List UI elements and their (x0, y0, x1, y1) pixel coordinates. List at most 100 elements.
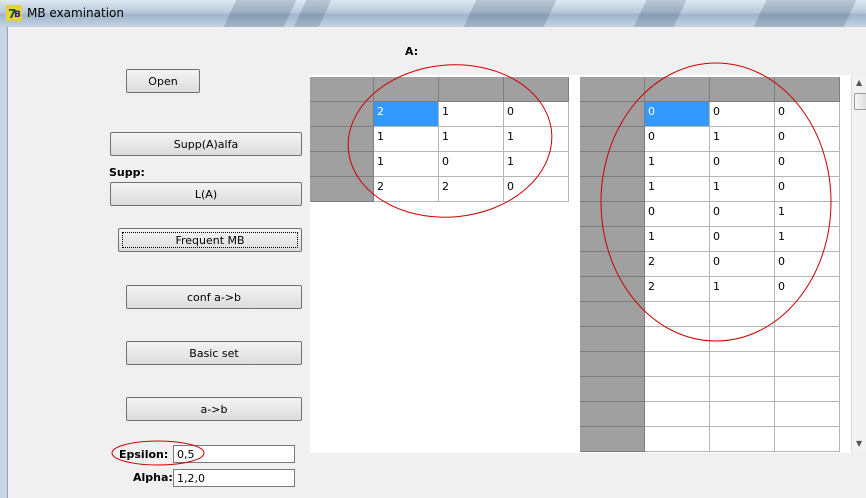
grid-cell[interactable]: 0 (775, 102, 840, 127)
grid-cell[interactable] (710, 302, 775, 327)
grid-cell[interactable]: 1 (504, 152, 569, 177)
grid-cell[interactable]: 0 (645, 102, 710, 127)
grid-cell[interactable]: 1 (775, 227, 840, 252)
grid-cell[interactable]: 2 (374, 102, 439, 127)
svg-text:B: B (14, 10, 21, 20)
grid-cell[interactable] (710, 402, 775, 427)
frequent-mb-button[interactable]: Frequent MB (118, 228, 302, 252)
grid-cell[interactable]: 1 (710, 277, 775, 302)
grid-cell[interactable] (775, 352, 840, 377)
grid-cell[interactable]: 1 (710, 127, 775, 152)
column-header[interactable] (645, 77, 710, 102)
supp-alfa-button[interactable]: Supp(A)alfa (110, 132, 302, 156)
grid-cell[interactable]: 1 (775, 202, 840, 227)
grid-cell[interactable]: 2 (439, 177, 504, 202)
row-header[interactable] (310, 102, 374, 127)
grid-cell[interactable]: 1 (645, 227, 710, 252)
row-header[interactable] (310, 152, 374, 177)
window-title: MB examination (27, 6, 124, 20)
scrollbar-thumb[interactable] (854, 93, 866, 110)
row-header[interactable] (580, 202, 645, 227)
basic-set-button[interactable]: Basic set (126, 341, 302, 365)
column-header[interactable] (374, 77, 439, 102)
grid-cell[interactable]: 0 (775, 277, 840, 302)
row-header[interactable] (310, 127, 374, 152)
grid-cell[interactable]: 0 (775, 252, 840, 277)
grid-cell[interactable]: 0 (775, 127, 840, 152)
grid-cell[interactable]: 0 (504, 102, 569, 127)
grid-cell[interactable] (775, 377, 840, 402)
window-client: A: Open Supp(A)alfa Supp: L(A) Frequent … (8, 27, 866, 498)
row-header[interactable] (580, 327, 645, 352)
grid-cell[interactable]: 0 (504, 177, 569, 202)
grid-cell[interactable] (645, 352, 710, 377)
row-header[interactable] (580, 102, 645, 127)
grid-cell[interactable] (645, 302, 710, 327)
grid-cell[interactable] (710, 377, 775, 402)
grid-cell[interactable]: 0 (710, 152, 775, 177)
grid-cell[interactable] (645, 327, 710, 352)
grid-cell[interactable] (645, 402, 710, 427)
title-bar: 7 B MB examination (0, 0, 866, 28)
grid-cell[interactable] (775, 402, 840, 427)
grid-cell[interactable]: 0 (775, 177, 840, 202)
grid-cell[interactable]: 1 (374, 127, 439, 152)
epsilon-input[interactable] (173, 445, 295, 463)
grid-cell[interactable]: 0 (645, 202, 710, 227)
app-icon[interactable]: 7 B (6, 5, 22, 21)
grid-cell[interactable]: 2 (645, 252, 710, 277)
row-header[interactable] (580, 177, 645, 202)
grid-cell[interactable]: 0 (710, 202, 775, 227)
grid-cell[interactable]: 1 (645, 177, 710, 202)
grid-cell[interactable]: 1 (645, 152, 710, 177)
grid-cell[interactable]: 2 (645, 277, 710, 302)
ab-button[interactable]: a->b (126, 397, 302, 421)
open-button[interactable]: Open (126, 69, 200, 93)
row-header[interactable] (580, 302, 645, 327)
alpha-input[interactable] (173, 469, 295, 487)
grid-cell[interactable] (710, 327, 775, 352)
row-header[interactable] (580, 377, 645, 402)
conf-ab-button[interactable]: conf a->b (126, 285, 302, 309)
grid-cell[interactable] (645, 427, 710, 452)
scroll-down-arrow-icon[interactable]: ▼ (856, 439, 862, 448)
grid-cell[interactable]: 0 (710, 102, 775, 127)
column-header[interactable] (439, 77, 504, 102)
row-header[interactable] (580, 227, 645, 252)
column-header[interactable] (775, 77, 840, 102)
grid-cell[interactable]: 1 (439, 127, 504, 152)
grid-cell[interactable] (775, 302, 840, 327)
result-grid[interactable]: 000010100110001101200210 (580, 77, 840, 453)
column-header[interactable] (504, 77, 569, 102)
grid-cell[interactable] (775, 427, 840, 452)
row-header[interactable] (310, 177, 374, 202)
row-header[interactable] (580, 402, 645, 427)
grid-cell[interactable] (710, 427, 775, 452)
grid-cell[interactable]: 0 (775, 152, 840, 177)
row-header[interactable] (580, 277, 645, 302)
row-header[interactable] (580, 427, 645, 452)
grid-cell[interactable]: 0 (710, 252, 775, 277)
grid-cell[interactable]: 0 (439, 152, 504, 177)
scroll-up-arrow-icon[interactable]: ▲ (856, 78, 862, 87)
grid-cell[interactable]: 2 (374, 177, 439, 202)
grid-corner-header (310, 77, 374, 102)
grid-cell[interactable] (645, 377, 710, 402)
grid-cell[interactable] (775, 327, 840, 352)
grid-cell[interactable]: 1 (374, 152, 439, 177)
grid-cell[interactable]: 1 (439, 102, 504, 127)
alpha-label: Alpha: (133, 471, 173, 484)
row-header[interactable] (580, 127, 645, 152)
grid-cell[interactable]: 1 (504, 127, 569, 152)
matrix-a-grid[interactable]: 210111101220 (310, 77, 572, 205)
column-header[interactable] (710, 77, 775, 102)
row-header[interactable] (580, 252, 645, 277)
vertical-scrollbar[interactable]: ▲ ▼ (851, 75, 866, 453)
row-header[interactable] (580, 152, 645, 177)
grid-cell[interactable]: 0 (645, 127, 710, 152)
row-header[interactable] (580, 352, 645, 377)
grid-cell[interactable]: 0 (710, 227, 775, 252)
grid-cell[interactable]: 1 (710, 177, 775, 202)
grid-cell[interactable] (710, 352, 775, 377)
la-button[interactable]: L(A) (110, 182, 302, 206)
